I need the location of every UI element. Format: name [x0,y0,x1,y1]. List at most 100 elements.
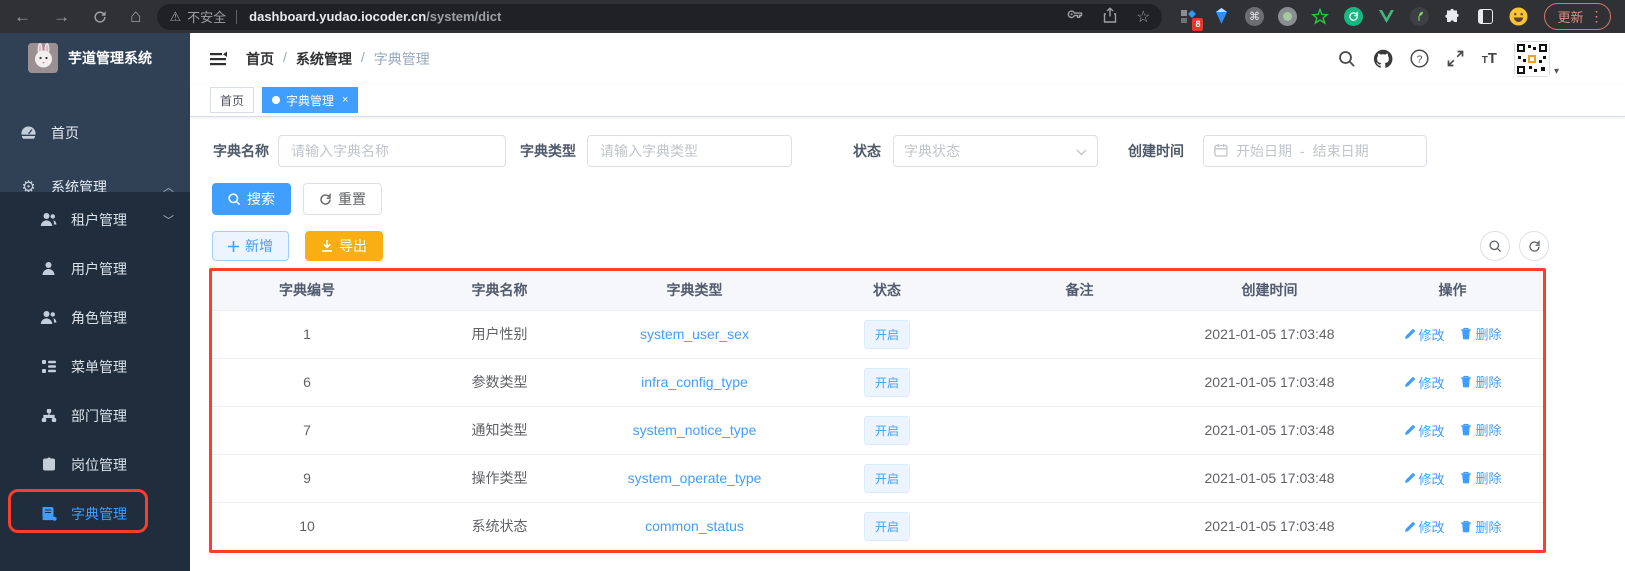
browser-home-icon[interactable]: ⌂ [130,7,141,26]
profile-emoji-icon[interactable] [1508,7,1528,27]
status-select[interactable]: 字典状态 [893,135,1098,167]
delete-link[interactable]: 删除 [1460,372,1501,391]
cell-status: 开启 [792,406,982,455]
delete-link[interactable]: 删除 [1460,324,1501,343]
extension-beacon-icon[interactable] [1211,7,1231,27]
col-operation: 操作 [1362,271,1543,311]
extension-command-icon[interactable]: ⌘ [1244,7,1264,27]
cell-status: 开启 [792,502,982,550]
cell-dict-type: system_user_sex [597,310,792,359]
font-size-icon[interactable]: TT [1482,50,1497,67]
users-icon [40,310,57,325]
dict-type-link[interactable]: system_user_sex [640,326,749,342]
extension-badge: 8 [1192,17,1204,31]
cell-operation: 修改 删除 [1362,454,1543,503]
extension-refresh-icon[interactable] [1343,7,1363,27]
browser-back-icon[interactable]: ← [14,8,31,25]
sidebar-item-dict[interactable]: 字典管理 [0,489,190,538]
cell-dict-name: 系统状态 [471,518,528,535]
sidebar-item-dept[interactable]: 部门管理 [0,391,190,440]
search-form: 字典名称 字典类型 状态 字典状态 创建时间 开始日期 - 结束日期 [190,135,1625,167]
url-bar[interactable]: ⚠ 不安全 dashboard.yudao.iocoder.cn/system/… [157,3,1163,30]
password-key-icon[interactable] [1067,7,1084,27]
reset-button[interactable]: 重置 [303,183,382,215]
cell-created: 2021-01-05 17:03:48 [1177,454,1362,503]
sidebar-item-label: 菜单管理 [71,358,127,375]
url-path: /system/dict [426,9,502,24]
vue-devtools-icon[interactable] [1376,7,1396,27]
app-logo-row[interactable]: 芋道管理系统 [0,33,190,83]
sidebar-toggle-icon[interactable] [1475,7,1495,27]
cell-operation: 修改 删除 [1362,358,1543,407]
add-button[interactable]: 新增 [212,231,289,261]
delete-link[interactable]: 删除 [1460,468,1501,487]
breadcrumb-system[interactable]: 系统管理 [296,49,352,69]
breadcrumb-home[interactable]: 首页 [246,49,274,69]
sidebar-item-label: 租户管理 [71,211,127,228]
sidebar-item-home[interactable]: 首页 [0,108,190,158]
tag-home[interactable]: 首页 [210,87,255,113]
system-submenu: 租户管理 ﹀ 用户管理 角色管理 菜单管理 部门管理 岗位管理 字典管理 [0,192,190,571]
tag-dict-active[interactable]: 字典管理 × [262,87,359,113]
main-area: 首页 / 系统管理 / 字典管理 ? TT ▾ 首页 字典管理 × 字典名称 请… [190,33,1625,571]
edit-link[interactable]: 修改 [1404,469,1445,488]
dashboard-icon [20,125,37,142]
user-menu[interactable]: ▾ [1513,40,1559,77]
edit-link[interactable]: 修改 [1404,373,1445,392]
status-badge: 开启 [863,415,910,445]
help-icon[interactable]: ? [1410,49,1429,68]
edit-link[interactable]: 修改 [1404,325,1445,344]
bookmark-star-icon[interactable]: ☆ [1136,7,1150,27]
browser-forward-icon[interactable]: → [53,8,70,25]
sidebar-item-menu[interactable]: 菜单管理 [0,342,190,391]
github-icon[interactable] [1373,49,1393,69]
extension-star-icon[interactable] [1310,7,1330,27]
dict-type-link[interactable]: infra_config_type [641,374,748,390]
chrome-update-button[interactable]: 更新 ⋮ [1544,3,1611,30]
sidebar-item-role[interactable]: 角色管理 [0,293,190,342]
sidebar: 芋道管理系统 首页 ⚙ 系统管理 ︿ 租户管理 ﹀ 用户管理 角色管理 菜单管理… [0,33,190,571]
extension-sprout-icon[interactable] [1409,7,1429,27]
col-created: 创建时间 [1177,271,1362,311]
table-row: 9 操作类型 system_operate_type 开启 2021-01-05… [212,454,1543,503]
annotation-highlight-table: 字典编号 字典名称 字典类型 状态 备注 创建时间 操作 1 用户性别 syst… [209,268,1546,553]
status-badge: 开启 [863,463,910,493]
sidebar-item-post[interactable]: 岗位管理 [0,440,190,489]
sidebar-item-tenant[interactable]: 租户管理 ﹀ [0,195,190,244]
share-icon[interactable] [1102,6,1118,27]
breadcrumb: 首页 / 系统管理 / 字典管理 [246,48,430,69]
header-search-icon[interactable] [1338,50,1356,68]
cell-remark [982,358,1177,407]
edit-link[interactable]: 修改 [1404,517,1445,536]
search-button[interactable]: 搜索 [212,183,291,215]
refresh-table-button[interactable] [1519,231,1549,261]
dict-name-input[interactable] [278,135,506,167]
date-range-picker[interactable]: 开始日期 - 结束日期 [1203,135,1427,167]
fullscreen-icon[interactable] [1446,49,1465,68]
cell-dict-type: system_notice_type [597,406,792,455]
security-label: 不安全 [187,10,227,25]
dict-type-link[interactable]: system_operate_type [628,470,762,486]
sidebar-item-user[interactable]: 用户管理 [0,244,190,293]
app-logo-rabbit-avatar [28,43,58,73]
extensions-puzzle-icon[interactable] [1442,7,1462,27]
delete-link[interactable]: 删除 [1460,517,1501,536]
export-button[interactable]: 导出 [305,231,383,261]
edit-link[interactable]: 修改 [1404,421,1445,440]
start-date-placeholder: 开始日期 [1236,143,1292,159]
extension-recorder-icon[interactable] [1277,7,1297,27]
dict-type-link[interactable]: common_status [645,518,744,534]
dict-type-link[interactable]: system_notice_type [633,422,757,438]
browser-reload-icon[interactable] [92,9,108,25]
toggle-search-button[interactable] [1480,231,1510,261]
browser-toolbar: ← → ⌂ ⚠ 不安全 dashboard.yudao.iocoder.cn/s… [0,0,1625,33]
delete-link[interactable]: 删除 [1460,420,1501,439]
chrome-menu-icon[interactable]: ⋮ [1590,8,1604,25]
dict-type-input[interactable] [587,135,792,167]
tag-close-icon[interactable]: × [342,94,348,106]
sidebar-fold-icon[interactable] [190,50,246,68]
cell-status: 开启 [792,358,982,407]
cell-status: 开启 [792,454,982,503]
extension-kanban-icon[interactable]: 8 [1178,7,1204,31]
extensions-row: 8 ⌘ [1162,7,1538,31]
